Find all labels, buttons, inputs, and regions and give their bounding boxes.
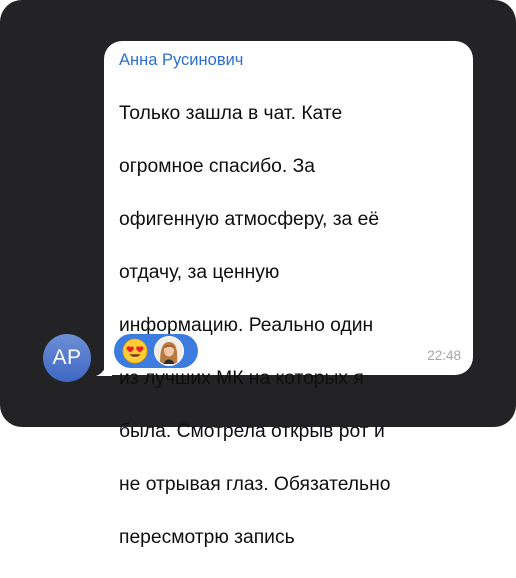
reaction-pill[interactable] [114, 334, 198, 368]
heart-eyes-emoji-icon [122, 338, 148, 364]
message-author[interactable]: Анна Русинович [119, 51, 243, 70]
reactor-avatar[interactable] [154, 336, 184, 366]
sender-avatar[interactable]: АР [43, 334, 91, 382]
message-line: из лучших МК на которых я [119, 367, 364, 389]
message-line: пересмотрю запись [119, 526, 295, 548]
avatar-initials: АР [52, 346, 82, 369]
message-line: офигенную атмосферу, за её [119, 208, 380, 230]
message-line: была. Смотрела открыв рот и [119, 420, 385, 442]
reactor-photo-icon [155, 337, 182, 364]
message-bubble[interactable]: Анна Русинович Только зашла в чат. Кате … [104, 41, 473, 548]
chat-background: АР Анна Русинович Только зашла в чат. Ка… [0, 0, 516, 548]
message-line: не отрывая глаз. Обязательно [119, 473, 391, 495]
message-line: огромное спасибо. За [119, 155, 315, 177]
message-time: 22:48 [427, 348, 461, 363]
message-line: Только зашла в чат. Кате [119, 102, 343, 124]
message-text: Только зашла в чат. Кате огромное спасиб… [119, 74, 464, 578]
message-line: отдачу, за ценную [119, 261, 280, 283]
